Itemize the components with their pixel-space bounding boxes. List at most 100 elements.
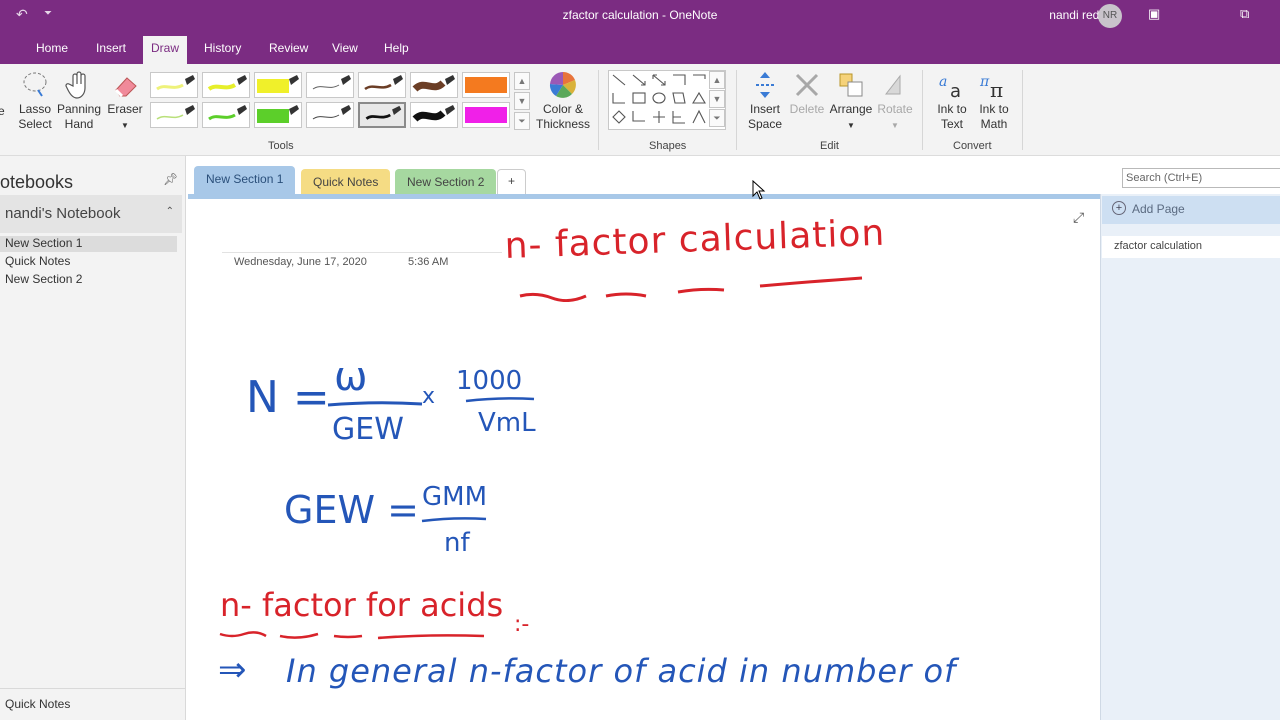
pin-pane-icon[interactable]: 📌︎: [163, 172, 178, 186]
tab-draw[interactable]: Draw: [143, 36, 188, 64]
svg-text:π: π: [979, 74, 990, 90]
pen-stroke-icon: [208, 105, 247, 121]
ink-heading[interactable]: n- factor for acids: [220, 586, 503, 624]
panning-hand-button[interactable]: Panning Hand: [56, 70, 102, 132]
ink-to-text-label-2: Text: [940, 117, 963, 131]
pen-swatch[interactable]: [306, 102, 354, 128]
ink-formula-num[interactable]: ω: [334, 354, 368, 400]
pen-swatch-selected[interactable]: [358, 102, 406, 128]
svg-text:π: π: [990, 78, 1003, 100]
ink-gew-den[interactable]: nf: [444, 528, 470, 558]
pen-swatch[interactable]: [358, 72, 406, 98]
section-item-new-section-2[interactable]: New Section 2: [5, 272, 82, 286]
rotate-button[interactable]: Rotate ▼: [874, 70, 916, 133]
pen-gallery-up-icon[interactable]: ▲: [514, 72, 530, 90]
ink-to-text-button[interactable]: aa Ink to Text: [932, 70, 972, 132]
ink-formula-lhs[interactable]: N =: [246, 372, 330, 423]
ink-heading-suffix[interactable]: :-: [514, 612, 529, 637]
pen-swatch[interactable]: [254, 72, 302, 98]
pen-swatch[interactable]: [150, 102, 198, 128]
ribbon-tabs: Home Insert Draw History Review View Hel…: [0, 32, 1280, 64]
ink-title-underline: [519, 276, 863, 302]
hand-icon: [65, 71, 86, 99]
ink-fraction-bar: [327, 401, 423, 407]
page-time: 5:36 AM: [408, 256, 449, 268]
section-tab-new-section-2[interactable]: New Section 2: [395, 169, 497, 195]
add-page-label: Add Page: [1132, 202, 1185, 216]
tab-history[interactable]: History: [204, 41, 241, 55]
ink-to-math-label-2: Math: [980, 117, 1008, 131]
tab-review[interactable]: Review: [269, 41, 308, 55]
svg-text:a: a: [939, 74, 947, 90]
section-tab-new-section-1[interactable]: New Section 1: [194, 166, 296, 196]
page-item-zfactor-calculation[interactable]: zfactor calculation: [1102, 236, 1280, 258]
ink-gew-num[interactable]: GMM: [422, 482, 487, 512]
tab-insert[interactable]: Insert: [96, 41, 126, 55]
tools-group-label: Tools: [268, 140, 294, 152]
pen-swatch[interactable]: [410, 72, 458, 98]
section-tab-quick-notes[interactable]: Quick Notes: [301, 169, 391, 195]
color-thickness-button[interactable]: Color & Thickness: [534, 70, 592, 132]
ink-formula-den2[interactable]: VmL: [478, 408, 536, 438]
shapes-gallery-more-icon[interactable]: ⏷: [709, 109, 725, 127]
restore-window-icon[interactable]: ⧉: [1240, 6, 1249, 22]
rotate-label: Rotate: [877, 102, 913, 116]
tab-help[interactable]: Help: [384, 41, 409, 55]
ink-to-math-button[interactable]: ππ Ink to Math: [974, 70, 1014, 132]
ink-formula-den[interactable]: GEW: [332, 412, 404, 447]
ink-gew-lhs[interactable]: GEW =: [284, 488, 419, 532]
section-item-quick-notes[interactable]: Quick Notes: [5, 254, 70, 268]
lasso-select-button[interactable]: Lasso Select: [16, 70, 54, 132]
delete-x-icon: [795, 73, 819, 97]
shapes-gallery-up-icon[interactable]: ▲: [709, 71, 725, 89]
notebook-item[interactable]: nandi's Notebook ⌃: [0, 195, 182, 233]
ink-formula-times[interactable]: x: [422, 384, 435, 409]
arrange-button[interactable]: Arrange ▼: [828, 70, 874, 133]
insert-space-button[interactable]: Insert Space: [746, 70, 784, 132]
ribbon-separator: [1022, 70, 1023, 150]
ink-fraction-bar-2: [465, 397, 535, 403]
arrange-icon: [839, 73, 863, 97]
lasso-select-label-1: Lasso: [18, 102, 52, 116]
type-button-partial[interactable]: e: [0, 104, 5, 119]
pen-stroke-icon: [257, 105, 299, 123]
pen-swatch[interactable]: [410, 102, 458, 128]
pen-gallery: ▲ ▼ ⏷: [148, 70, 532, 132]
add-page-button[interactable]: + Add Page: [1102, 196, 1280, 224]
ink-arrow[interactable]: ⇒: [218, 650, 247, 690]
shapes-icons[interactable]: [609, 71, 709, 129]
pen-stroke-icon: [257, 75, 299, 93]
pen-swatch[interactable]: [462, 102, 510, 128]
expand-icon[interactable]: ⤢: [1073, 209, 1084, 226]
eraser-dropdown-icon[interactable]: ▼: [121, 121, 129, 130]
eraser-button[interactable]: Eraser ▼: [106, 70, 144, 133]
tab-view[interactable]: View: [332, 41, 358, 55]
notebook-name: nandi's Notebook: [5, 205, 121, 222]
ribbon-display-options-icon[interactable]: ▣: [1148, 6, 1160, 22]
eraser-label: Eraser: [107, 102, 143, 116]
ink-line-1[interactable]: In general n-factor of acid in number of: [286, 652, 956, 690]
pen-swatch[interactable]: [202, 72, 250, 98]
pen-gallery-down-icon[interactable]: ▼: [514, 92, 530, 110]
tab-home[interactable]: Home: [36, 41, 68, 55]
collapse-notebook-icon[interactable]: ⌃: [166, 206, 174, 217]
color-thickness-label-1: Color &: [542, 102, 583, 116]
pen-swatch[interactable]: [462, 72, 510, 98]
quick-notes-footer[interactable]: Quick Notes: [5, 697, 70, 711]
arrange-label: Arrange: [829, 102, 873, 116]
pen-swatch[interactable]: [254, 102, 302, 128]
search-input[interactable]: Search (Ctrl+E): [1122, 168, 1280, 188]
shapes-gallery-down-icon[interactable]: ▼: [709, 90, 725, 108]
section-item-new-section-1[interactable]: New Section 1: [0, 236, 177, 252]
avatar[interactable]: NR: [1098, 4, 1122, 28]
ink-fraction-bar-3: [421, 517, 487, 523]
arrange-dropdown-icon[interactable]: ▼: [847, 121, 855, 130]
pen-gallery-more-icon[interactable]: ⏷: [514, 112, 530, 130]
pen-swatch[interactable]: [202, 102, 250, 128]
pen-swatch[interactable]: [306, 72, 354, 98]
add-section-button[interactable]: +: [497, 169, 527, 195]
rotate-dropdown-icon[interactable]: ▼: [891, 121, 899, 130]
pen-swatch[interactable]: [150, 72, 198, 98]
delete-button[interactable]: Delete: [788, 70, 826, 117]
ink-formula-num2[interactable]: 1000: [456, 366, 522, 396]
